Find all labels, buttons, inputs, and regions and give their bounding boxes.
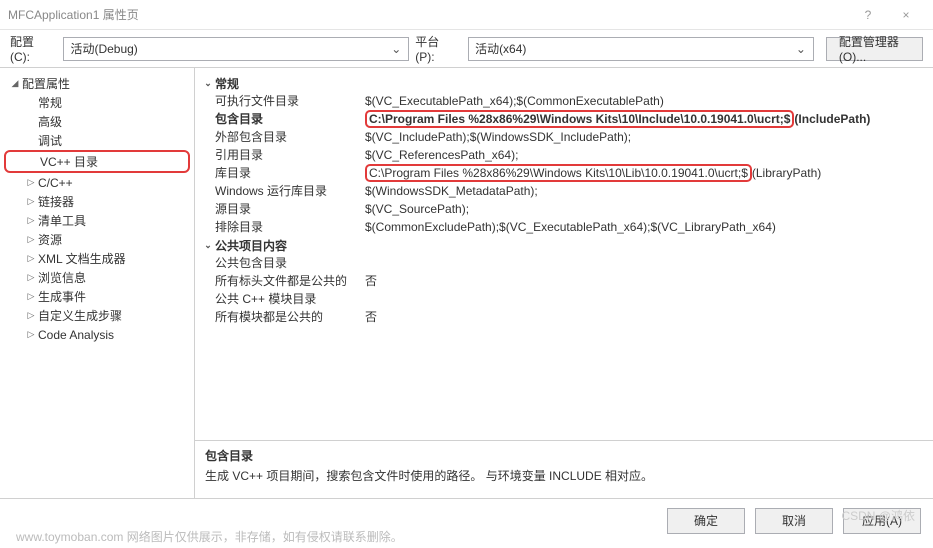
cancel-button[interactable]: 取消 (755, 508, 833, 534)
expand-icon: ▷ (24, 215, 38, 226)
property-value[interactable]: C:\Program Files %28x86%29\Windows Kits\… (365, 110, 923, 128)
platform-combo[interactable]: 活动(x64) ⌄ (468, 37, 814, 61)
sidebar: ◢ 配置属性 常规高级调试VC++ 目录▷C/C++▷链接器▷清单工具▷资源▷X… (0, 68, 195, 498)
property-value[interactable]: $(VC_IncludePath);$(WindowsSDK_IncludePa… (365, 128, 923, 146)
sidebar-item[interactable]: 调试 (4, 131, 190, 150)
description-panel: 包含目录 生成 VC++ 项目期间，搜索包含文件时使用的路径。 与环境变量 IN… (195, 440, 933, 498)
main-panel: ⌄常规可执行文件目录$(VC_ExecutablePath_x64);$(Com… (195, 68, 933, 498)
highlighted-path: C:\Program Files %28x86%29\Windows Kits\… (365, 110, 794, 128)
highlighted-path: C:\Program Files %28x86%29\Windows Kits\… (365, 164, 752, 182)
property-row[interactable]: 外部包含目录$(VC_IncludePath);$(WindowsSDK_Inc… (201, 128, 923, 146)
property-row[interactable]: Windows 运行库目录$(WindowsSDK_MetadataPath); (201, 182, 923, 200)
config-label: 配置(C): (10, 33, 53, 64)
watermark: CSDN @鸿依 (841, 507, 915, 524)
property-row[interactable]: 包含目录C:\Program Files %28x86%29\Windows K… (201, 110, 923, 128)
property-value[interactable]: 否 (365, 308, 923, 326)
property-value[interactable]: $(VC_SourcePath); (365, 200, 923, 218)
property-key: 可执行文件目录 (215, 92, 365, 110)
group-header[interactable]: ⌄常规 (201, 74, 923, 92)
config-manager-button[interactable]: 配置管理器(O)... (826, 37, 923, 61)
sidebar-item[interactable]: 高级 (4, 112, 190, 131)
property-row[interactable]: 可执行文件目录$(VC_ExecutablePath_x64);$(Common… (201, 92, 923, 110)
property-key: 排除目录 (215, 218, 365, 236)
titlebar: MFCApplication1 属性页 ? × (0, 0, 933, 30)
sidebar-item-label: 清单工具 (38, 212, 86, 229)
property-value[interactable]: $(VC_ReferencesPath_x64); (365, 146, 923, 164)
sidebar-item-label: 自定义生成步骤 (38, 307, 122, 324)
property-value[interactable]: 否 (365, 272, 923, 290)
chevron-down-icon: ⌄ (795, 42, 807, 56)
sidebar-item-label: 链接器 (38, 193, 74, 210)
property-row[interactable]: 所有标头文件都是公共的否 (201, 272, 923, 290)
property-value[interactable]: $(VC_ExecutablePath_x64);$(CommonExecuta… (365, 92, 923, 110)
property-key: 库目录 (215, 164, 365, 182)
property-row[interactable]: 库目录C:\Program Files %28x86%29\Windows Ki… (201, 164, 923, 182)
sidebar-item[interactable]: ▷链接器 (4, 192, 190, 211)
property-value[interactable]: $(WindowsSDK_MetadataPath); (365, 182, 923, 200)
sidebar-item[interactable]: ▷浏览信息 (4, 268, 190, 287)
close-button[interactable]: × (887, 1, 925, 29)
sidebar-item[interactable]: ▷清单工具 (4, 211, 190, 230)
sidebar-item[interactable]: ▷Code Analysis (4, 325, 190, 344)
property-key: 公共 C++ 模块目录 (215, 290, 365, 308)
sidebar-item-label: 资源 (38, 231, 62, 248)
sidebar-item[interactable]: VC++ 目录 (4, 150, 190, 173)
property-row[interactable]: 源目录$(VC_SourcePath); (201, 200, 923, 218)
sidebar-item-label: XML 文档生成器 (38, 250, 126, 267)
sidebar-item-label: 高级 (38, 113, 62, 130)
property-key: 外部包含目录 (215, 128, 365, 146)
sidebar-item-label: 调试 (38, 132, 62, 149)
property-row[interactable]: 引用目录$(VC_ReferencesPath_x64); (201, 146, 923, 164)
expand-icon: ▷ (24, 177, 38, 188)
property-key: 所有模块都是公共的 (215, 308, 365, 326)
help-button[interactable]: ? (849, 1, 887, 29)
property-key: 源目录 (215, 200, 365, 218)
property-key: 包含目录 (215, 110, 365, 128)
sidebar-item[interactable]: ▷资源 (4, 230, 190, 249)
property-value[interactable]: C:\Program Files %28x86%29\Windows Kits\… (365, 164, 923, 182)
sidebar-item-label: C/C++ (38, 176, 73, 190)
expand-icon: ▷ (24, 329, 38, 340)
sidebar-item[interactable]: ▷自定义生成步骤 (4, 306, 190, 325)
property-row[interactable]: 公共 C++ 模块目录 (201, 290, 923, 308)
tree-root[interactable]: ◢ 配置属性 (4, 74, 190, 93)
property-key: 引用目录 (215, 146, 365, 164)
sidebar-item-label: 常规 (38, 94, 62, 111)
watermark: www.toymoban.com 网络图片仅供展示，非存储，如有侵权请联系删除。 (16, 528, 403, 545)
property-value[interactable]: $(CommonExcludePath);$(VC_ExecutablePath… (365, 218, 923, 236)
sidebar-item-label: 浏览信息 (38, 269, 86, 286)
sidebar-item[interactable]: ▷XML 文档生成器 (4, 249, 190, 268)
expand-icon: ▷ (24, 196, 38, 207)
sidebar-item-label: Code Analysis (38, 328, 114, 342)
platform-label: 平台(P): (415, 33, 458, 64)
property-row[interactable]: 公共包含目录 (201, 254, 923, 272)
collapse-icon: ◢ (8, 78, 22, 89)
property-row[interactable]: 排除目录$(CommonExcludePath);$(VC_Executable… (201, 218, 923, 236)
property-grid: ⌄常规可执行文件目录$(VC_ExecutablePath_x64);$(Com… (195, 68, 933, 440)
expand-icon: ▷ (24, 310, 38, 321)
property-key: 所有标头文件都是公共的 (215, 272, 365, 290)
sidebar-item[interactable]: 常规 (4, 93, 190, 112)
expand-icon: ▷ (24, 234, 38, 245)
collapse-icon: ⌄ (201, 240, 215, 251)
config-combo[interactable]: 活动(Debug) ⌄ (63, 37, 409, 61)
expand-icon: ▷ (24, 272, 38, 283)
window-title: MFCApplication1 属性页 (8, 6, 849, 23)
property-row[interactable]: 所有模块都是公共的否 (201, 308, 923, 326)
desc-title: 包含目录 (205, 447, 923, 464)
property-key: Windows 运行库目录 (215, 182, 365, 200)
group-header[interactable]: ⌄公共项目内容 (201, 236, 923, 254)
sidebar-item-label: VC++ 目录 (40, 153, 98, 170)
expand-icon: ▷ (24, 253, 38, 264)
sidebar-item[interactable]: ▷C/C++ (4, 173, 190, 192)
chevron-down-icon: ⌄ (390, 42, 402, 56)
toolbar: 配置(C): 活动(Debug) ⌄ 平台(P): 活动(x64) ⌄ 配置管理… (0, 30, 933, 68)
expand-icon: ▷ (24, 291, 38, 302)
collapse-icon: ⌄ (201, 78, 215, 89)
sidebar-item-label: 生成事件 (38, 288, 86, 305)
property-key: 公共包含目录 (215, 254, 365, 272)
ok-button[interactable]: 确定 (667, 508, 745, 534)
sidebar-item[interactable]: ▷生成事件 (4, 287, 190, 306)
desc-text: 生成 VC++ 项目期间，搜索包含文件时使用的路径。 与环境变量 INCLUDE… (205, 467, 923, 484)
